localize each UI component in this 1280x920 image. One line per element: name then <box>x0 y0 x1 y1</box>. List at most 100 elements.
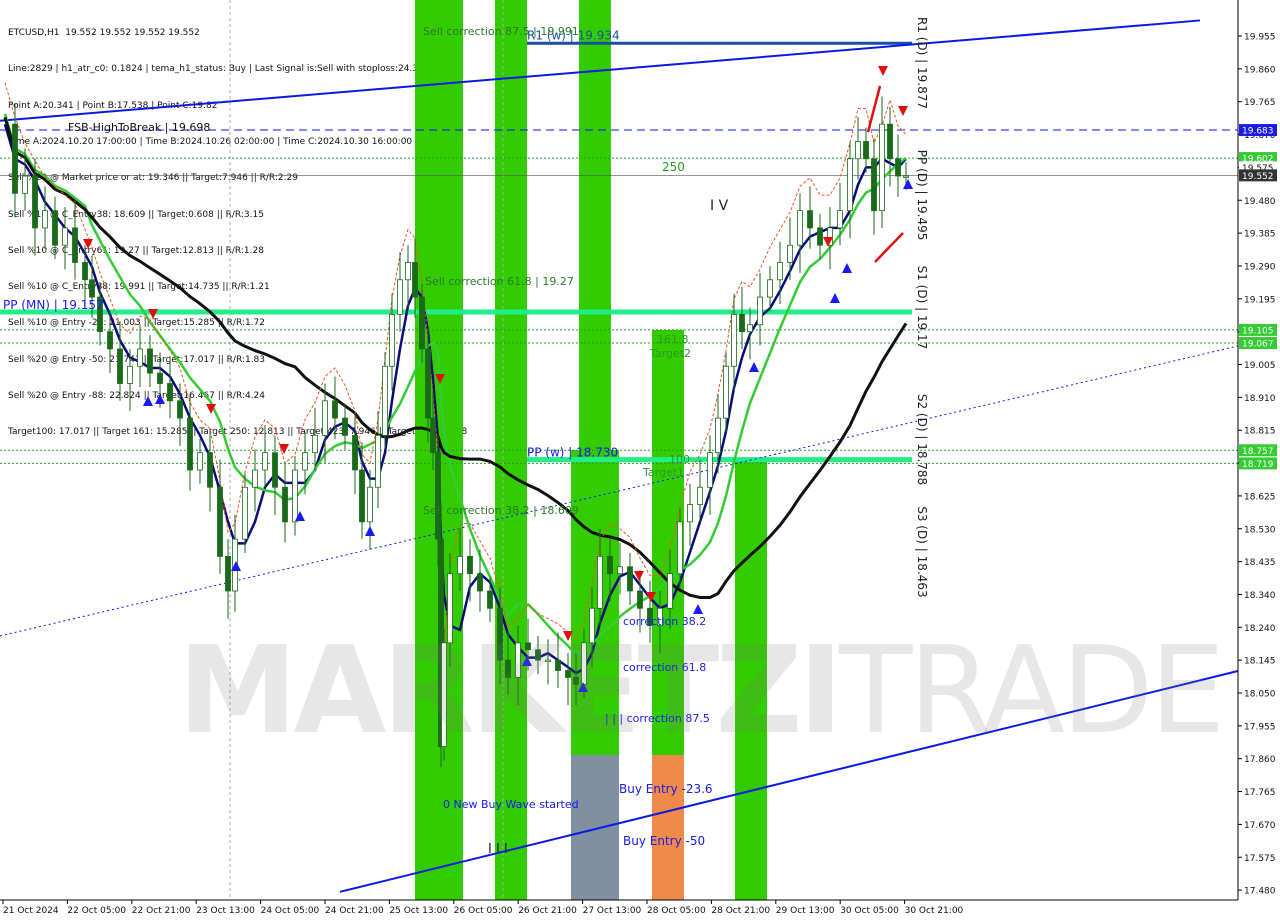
candle-body <box>252 469 258 488</box>
candle-body <box>272 452 278 488</box>
candle-body <box>375 434 381 488</box>
candle-body <box>425 348 431 419</box>
candle-body <box>723 365 729 419</box>
candle-body <box>225 556 231 592</box>
time-tick-label: 22 Oct 05:00 <box>67 906 126 916</box>
price-tick-label: 18.815 <box>1244 427 1276 437</box>
time-tick-label: 23 Oct 13:00 <box>196 906 255 916</box>
sell-trigger-mark <box>866 85 882 133</box>
candle-body <box>863 141 869 160</box>
buy-arrow-icon <box>143 396 153 406</box>
daily-pivot-label: S2 (D) | 18.788 <box>915 394 929 485</box>
candle-body <box>52 210 58 246</box>
buy-arrow-icon <box>830 293 840 303</box>
price-tag-label: 19.067 <box>1242 340 1274 350</box>
candle-body <box>89 279 95 298</box>
buy-arrow-icon <box>903 179 913 189</box>
candle-body <box>262 452 268 471</box>
price-tick-label: 17.670 <box>1244 821 1276 831</box>
candle-body <box>62 227 68 246</box>
price-tick-label: 19.385 <box>1244 230 1276 240</box>
time-tick-label: 26 Oct 21:00 <box>518 906 577 916</box>
chart-annotation: 0 New Buy Wave started <box>443 798 579 811</box>
candle-body <box>707 452 713 488</box>
buy-arrow-icon <box>365 526 375 536</box>
candle-body <box>419 296 425 350</box>
price-tick-label: 17.860 <box>1244 755 1276 765</box>
candle-body <box>667 573 673 609</box>
price-tick-label: 18.910 <box>1244 394 1276 404</box>
buy-arrow-icon <box>693 604 703 614</box>
candle-body <box>42 210 48 229</box>
candle-body <box>127 365 133 384</box>
price-tick-label: 17.955 <box>1244 722 1276 732</box>
candle-body <box>352 434 358 471</box>
daily-pivot-label: S3 (D) | 18.463 <box>915 506 929 597</box>
candle-body <box>177 400 183 419</box>
price-tick-label: 17.480 <box>1244 887 1276 897</box>
zone-band <box>652 755 684 900</box>
time-tick-label: 28 Oct 21:00 <box>711 906 770 916</box>
buy-arrow-icon <box>155 394 165 404</box>
price-chart[interactable]: R1 (D) | 19.877 PP (D) | 19.495 S1 (D) | 1… <box>0 0 1280 920</box>
time-tick-label: 25 Oct 13:00 <box>389 906 448 916</box>
candle-body <box>855 141 861 160</box>
price-tag-label: 19.552 <box>1242 172 1274 182</box>
chart-annotation: I V <box>710 198 729 214</box>
chart-annotation: 100 <box>669 453 690 466</box>
stop-trigger-mark <box>874 232 904 263</box>
price-tick-label: 18.625 <box>1244 492 1276 502</box>
candle-body <box>739 313 745 333</box>
candle-body <box>242 486 248 540</box>
chart-annotation: 250 <box>662 160 685 174</box>
buy-arrow-icon <box>749 362 759 372</box>
candle-body <box>32 175 38 229</box>
time-tick-label: 27 Oct 13:00 <box>583 906 642 916</box>
candle-body <box>895 158 901 177</box>
chart-annotation: Target2 <box>649 347 691 360</box>
candle-body <box>389 313 395 367</box>
candle-body <box>312 434 318 454</box>
candle-body <box>797 210 803 246</box>
candle-body <box>332 400 338 419</box>
price-tick-label: 19.765 <box>1244 98 1276 108</box>
candle-body <box>167 383 173 402</box>
candle-body <box>12 123 18 194</box>
candle-body <box>747 324 753 333</box>
price-tick-label: 19.480 <box>1244 197 1276 207</box>
candle-body <box>787 244 793 263</box>
candle-body <box>715 417 721 454</box>
candle-body <box>903 175 909 178</box>
price-tick-label: 18.435 <box>1244 558 1276 568</box>
time-tick-label: 29 Oct 13:00 <box>776 906 835 916</box>
zone-band <box>495 0 527 900</box>
weekly-pivot-label: PP (w) | 18.730 <box>527 446 618 460</box>
chart-annotation: Sell correction 38.2 | 18.609 <box>423 504 579 517</box>
candle-body <box>677 521 683 575</box>
price-tick-label: 18.530 <box>1244 525 1276 535</box>
candle-body <box>322 400 328 436</box>
price-tag-label: 19.105 <box>1242 326 1274 336</box>
candle-body <box>137 348 143 367</box>
price-tag-label: 18.757 <box>1242 447 1274 457</box>
chart-annotation: Buy Entry -50 <box>623 834 705 848</box>
candle-body <box>767 279 773 298</box>
candle-body <box>697 486 703 505</box>
candle-body <box>367 486 373 523</box>
time-tick-label: 24 Oct 05:00 <box>261 906 320 916</box>
price-tick-label: 18.240 <box>1244 624 1276 634</box>
candle-body <box>382 365 388 436</box>
sell-arrow-icon <box>898 106 908 116</box>
price-tick-label: 18.050 <box>1244 690 1276 700</box>
candle-body <box>359 469 365 523</box>
candle-body <box>207 452 213 488</box>
candle-body <box>187 417 193 471</box>
candle-body <box>147 348 153 374</box>
candle-body <box>597 556 603 609</box>
candle-body <box>217 486 223 557</box>
buy-arrow-icon <box>842 263 852 273</box>
price-tag-label: 18.719 <box>1242 460 1274 470</box>
time-tick-label: 21 Oct 2024 <box>3 906 59 916</box>
time-tick-label: 30 Oct 21:00 <box>905 906 964 916</box>
candle-body <box>837 210 843 229</box>
